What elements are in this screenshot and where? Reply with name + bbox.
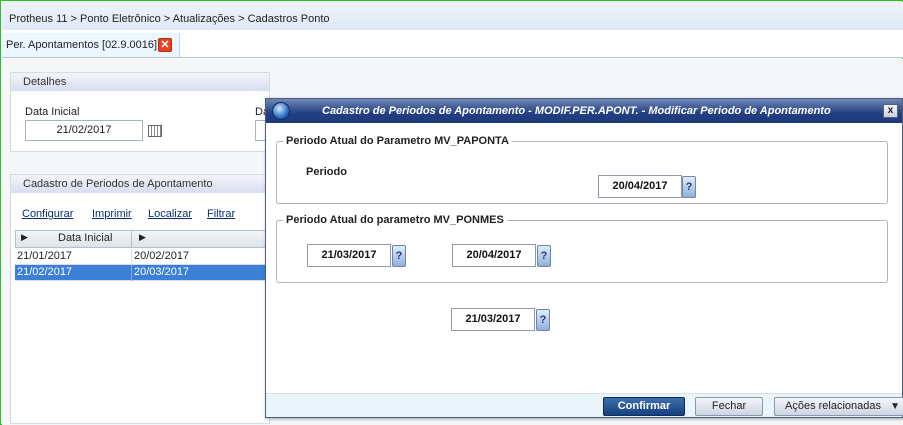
help-button[interactable]: ? bbox=[537, 245, 551, 267]
group-title: Periodo Atual do parametro MV_PONMES bbox=[283, 214, 507, 226]
breadcrumb: Protheus 11 > Ponto Eletrônico > Atualiz… bbox=[2, 2, 903, 30]
imprimir-link[interactable]: Imprimir bbox=[92, 208, 132, 220]
modify-period-dialog: Cadastro de Periodos de Apontamento - MO… bbox=[265, 98, 903, 418]
column-data-inicial[interactable]: ▶ Data Inicial bbox=[16, 231, 132, 247]
chevron-down-icon: ▼ bbox=[890, 401, 900, 412]
group-mv-paponta: Periodo Atual do Parametro MV_PAPONTA Pe… bbox=[276, 135, 888, 204]
ponmes-start-field[interactable]: 21/03/2017 bbox=[307, 244, 391, 267]
start-date-label: Data Inicial bbox=[25, 106, 80, 118]
related-actions-button[interactable]: Ações relacionadas ▼ bbox=[774, 397, 903, 416]
grid-header: ▶ Data Inicial ▶ bbox=[15, 230, 266, 248]
period-label: Periodo bbox=[306, 166, 347, 178]
row-start-date: 21/01/2017 bbox=[17, 250, 73, 262]
paponta-date-field[interactable]: 20/04/2017 bbox=[598, 175, 682, 198]
app-logo-icon bbox=[272, 102, 290, 120]
tab-close-icon[interactable]: ✕ bbox=[158, 38, 172, 52]
sort-arrow-icon: ▶ bbox=[21, 232, 28, 242]
dialog-title-bar: Cadastro de Periodos de Apontamento - MO… bbox=[266, 99, 902, 123]
table-row-selected[interactable]: 21/02/2017 20/03/2017 bbox=[15, 265, 266, 281]
dialog-footer: Confirmar Fechar Ações relacionadas ▼ bbox=[266, 393, 903, 417]
dialog-close-icon[interactable]: x bbox=[883, 104, 898, 118]
group-title: Periodo Atual do Parametro MV_PAPONTA bbox=[283, 135, 512, 147]
help-button[interactable]: ? bbox=[682, 176, 696, 198]
configurar-link[interactable]: Configurar bbox=[22, 208, 73, 220]
cell-divider bbox=[131, 265, 132, 281]
close-button[interactable]: Fechar bbox=[695, 397, 763, 416]
ponmes-end-field[interactable]: 20/04/2017 bbox=[452, 244, 536, 267]
start-date-field[interactable]: 21/02/2017 bbox=[25, 120, 143, 141]
related-actions-label: Ações relacionadas bbox=[785, 400, 882, 412]
column-data-final[interactable]: ▶ bbox=[132, 231, 265, 247]
help-button[interactable]: ? bbox=[392, 245, 406, 267]
breadcrumb-text: Protheus 11 > Ponto Eletrônico > Atualiz… bbox=[9, 13, 330, 25]
confirm-button[interactable]: Confirmar bbox=[603, 397, 685, 416]
cell-divider bbox=[131, 249, 132, 265]
tab-bar: Per. Apontamentos [02.9.0016] ✕ bbox=[2, 30, 903, 58]
extra-date-field[interactable]: 21/03/2017 bbox=[451, 308, 535, 331]
row-end-date: 20/02/2017 bbox=[134, 250, 190, 262]
tab-per-apontamentos[interactable]: Per. Apontamentos [02.9.0016] ✕ bbox=[2, 33, 180, 57]
localizar-link[interactable]: Localizar bbox=[148, 208, 192, 220]
filtrar-link[interactable]: Filtrar bbox=[207, 208, 235, 220]
calendar-icon[interactable] bbox=[148, 125, 162, 137]
row-start-date: 21/02/2017 bbox=[17, 266, 73, 278]
details-header: Detalhes bbox=[11, 73, 269, 91]
cadastro-header: Cadastro de Periodos de Apontamento bbox=[11, 175, 269, 193]
group-mv-ponmes: Periodo Atual do parametro MV_PONMES 21/… bbox=[276, 214, 888, 283]
row-end-date: 20/03/2017 bbox=[134, 266, 190, 278]
cadastro-panel: Cadastro de Periodos de Apontamento Conf… bbox=[10, 174, 270, 424]
dialog-title: Cadastro de Periodos de Apontamento - MO… bbox=[322, 105, 831, 117]
sort-arrow-icon: ▶ bbox=[139, 232, 146, 242]
help-button[interactable]: ? bbox=[536, 309, 550, 331]
app-frame: Protheus 11 > Ponto Eletrônico > Atualiz… bbox=[0, 0, 903, 425]
details-panel: Detalhes Data Inicial 21/02/2017 Da bbox=[10, 72, 271, 152]
tab-label: Per. Apontamentos [02.9.0016] bbox=[6, 39, 158, 51]
column-label: Data Inicial bbox=[58, 232, 113, 244]
table-row[interactable]: 21/01/2017 20/02/2017 bbox=[15, 249, 266, 265]
